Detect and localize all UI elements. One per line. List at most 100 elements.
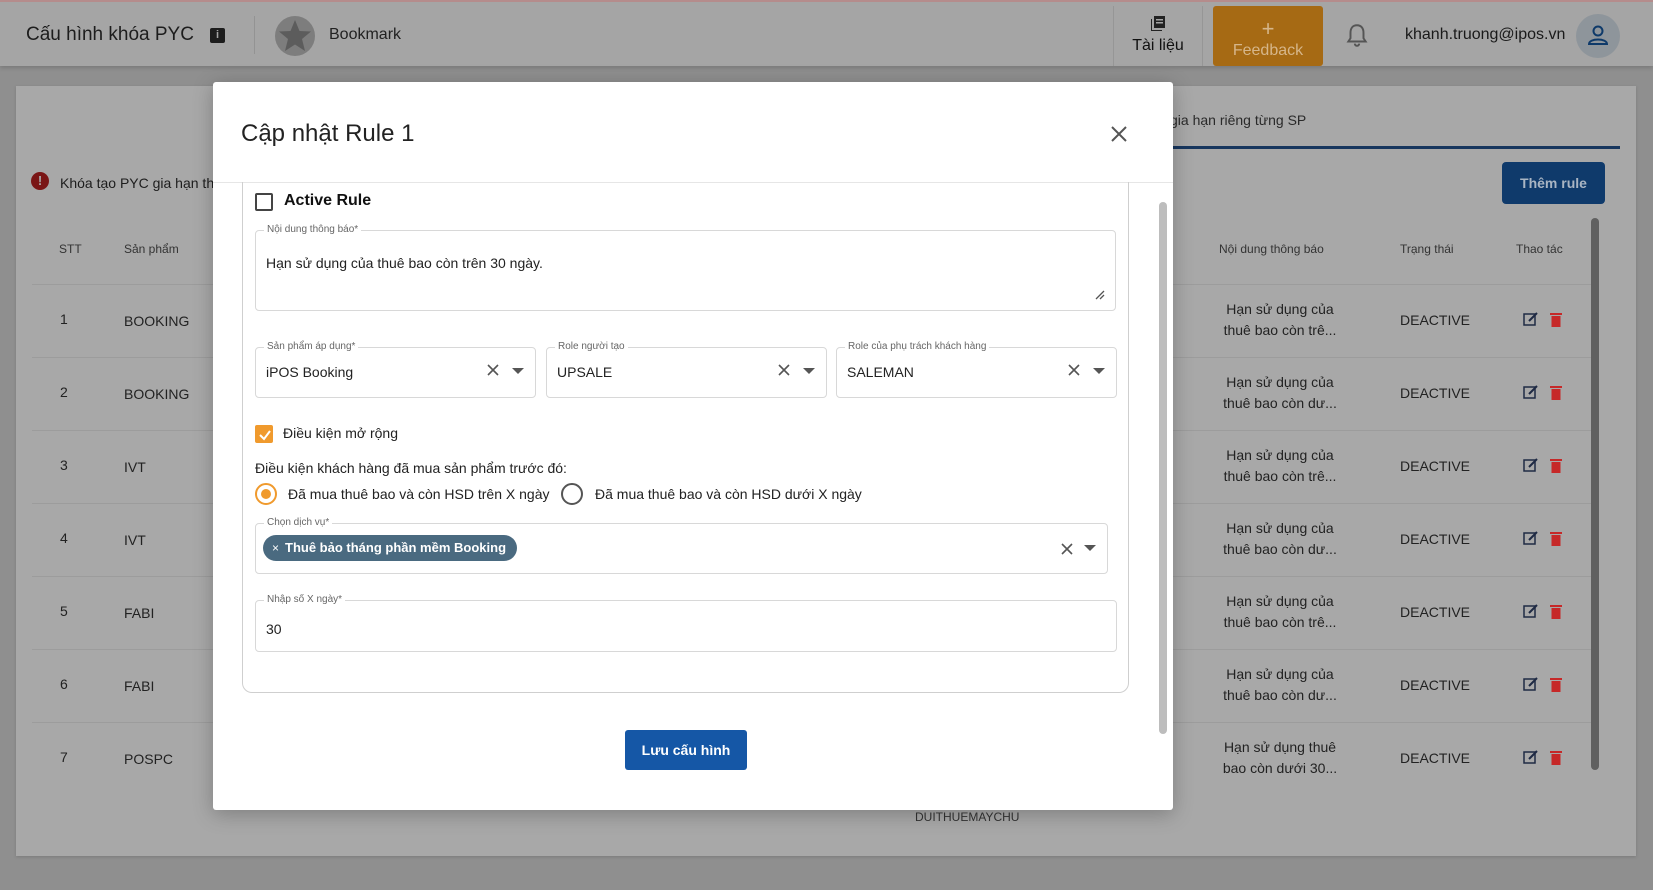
check-icon	[259, 430, 271, 441]
clear-icon[interactable]	[1061, 543, 1073, 555]
service-chip-label: Thuê bảo tháng phần mềm Booking	[285, 540, 507, 555]
row-message-line: thuê bao còn trê...	[1223, 468, 1337, 484]
row-stt: 2	[60, 384, 68, 400]
condition-question: Điều kiện khách hàng đã mua sản phẩm trư…	[255, 460, 567, 476]
chevron-down-icon[interactable]	[512, 368, 524, 374]
edit-icon[interactable]	[1523, 530, 1539, 546]
product-field-label: Sản phẩm áp dụng*	[264, 341, 359, 352]
clear-icon[interactable]	[778, 364, 790, 376]
docs-label: Tài liệu	[1132, 37, 1184, 54]
row-message-line: Hạn sử dụng của	[1226, 301, 1334, 317]
chevron-down-icon[interactable]	[803, 368, 815, 374]
edit-icon[interactable]	[1523, 384, 1539, 400]
row-status: DEACTIVE	[1400, 531, 1471, 547]
service-chip[interactable]: × Thuê bảo tháng phần mềm Booking	[263, 535, 518, 561]
chevron-down-icon[interactable]	[1093, 368, 1105, 374]
star-icon[interactable]	[274, 15, 316, 57]
chevron-down-icon[interactable]	[1084, 545, 1096, 551]
row-stt: 3	[60, 457, 68, 473]
active-rule-label: Active Rule	[284, 192, 372, 209]
extended-condition-label: Điều kiện mở rộng	[283, 425, 399, 441]
warning-icon: !	[31, 172, 49, 190]
dialog-scrollbar[interactable]	[1159, 202, 1167, 734]
resize-handle-icon[interactable]	[1093, 288, 1105, 300]
tab-per-product-extension[interactable]: gia hạn riêng từng SP	[1170, 112, 1306, 128]
user-email[interactable]: khanh.truong@ipos.vn	[1405, 26, 1565, 44]
trash-icon[interactable]	[1550, 604, 1562, 619]
edit-icon[interactable]	[1523, 457, 1539, 473]
days-input[interactable]: Nhập số X ngày* 30	[255, 594, 1117, 652]
column-header-actions: Thao tác	[1516, 242, 1563, 256]
column-header-message: Nội dung thông báo	[1219, 242, 1324, 256]
user-icon	[1587, 25, 1609, 45]
radio-below-x-days-label[interactable]: Đã mua thuê bao và còn HSD dưới X ngày	[595, 486, 862, 502]
add-rule-button[interactable]: Thêm rule	[1502, 162, 1605, 204]
row-message-line: Hạn sử dụng của	[1226, 593, 1334, 609]
row-status: DEACTIVE	[1400, 458, 1471, 474]
plus-icon: +	[1261, 16, 1275, 41]
truncated-cell: DUITHUEMAYCHU	[915, 810, 1020, 824]
radio-above-x-days-label[interactable]: Đã mua thuê bao và còn HSD trên X ngày	[288, 486, 549, 502]
row-status: DEACTIVE	[1400, 604, 1471, 620]
row-product: BOOKING	[124, 313, 190, 329]
trash-icon[interactable]	[1550, 458, 1562, 473]
trash-icon[interactable]	[1550, 312, 1562, 327]
active-rule-checkbox[interactable]	[255, 193, 273, 211]
feedback-label: Feedback	[1232, 42, 1304, 59]
save-config-button[interactable]: Lưu cấu hình	[625, 730, 747, 770]
radio-below-x-days[interactable]	[561, 483, 583, 505]
table-scrollbar[interactable]	[1591, 218, 1599, 770]
edit-icon[interactable]	[1523, 676, 1539, 692]
row-stt: 1	[60, 311, 68, 327]
topbar-divider	[254, 16, 255, 54]
trash-icon[interactable]	[1550, 385, 1562, 400]
row-message-line: bao còn dưới 30...	[1222, 760, 1338, 776]
docs-button[interactable]: Tài liệu	[1113, 6, 1203, 66]
bookmark-label[interactable]: Bookmark	[329, 26, 401, 44]
radio-above-x-days[interactable]	[255, 483, 277, 505]
bell-icon[interactable]	[1344, 22, 1370, 48]
row-message-line: Hạn sử dụng của	[1226, 520, 1334, 536]
trash-icon[interactable]	[1550, 750, 1562, 765]
close-icon[interactable]	[1107, 122, 1131, 146]
trash-icon[interactable]	[1550, 531, 1562, 546]
row-product: IVT	[124, 532, 146, 548]
days-field-value: 30	[266, 621, 282, 637]
extended-condition-checkbox[interactable]	[255, 425, 273, 443]
row-stt: 4	[60, 530, 68, 546]
row-stt: 7	[60, 749, 68, 765]
clear-icon[interactable]	[487, 364, 499, 376]
chip-remove-icon[interactable]: ×	[272, 541, 279, 555]
owner-role-select[interactable]: Role của phụ trách khách hàng SALEMAN	[836, 341, 1117, 398]
message-field-value: Hạn sử dụng của thuê bao còn trên 30 ngà…	[266, 255, 543, 271]
feedback-button[interactable]: + Feedback	[1213, 6, 1323, 66]
message-textarea[interactable]: Nội dung thông báo* Hạn sử dụng của thuê…	[255, 224, 1116, 311]
clear-icon[interactable]	[1068, 364, 1080, 376]
tab-active-indicator	[1170, 146, 1620, 149]
row-message-line: thuê bao còn dư...	[1223, 687, 1337, 703]
creator-role-select[interactable]: Role người tạo UPSALE	[546, 341, 827, 398]
owner-role-field-value: SALEMAN	[847, 364, 914, 380]
row-status: DEACTIVE	[1400, 750, 1471, 766]
trash-icon[interactable]	[1550, 677, 1562, 692]
document-icon	[1151, 16, 1165, 31]
product-field-value: iPOS Booking	[266, 364, 354, 380]
row-message-line: Hạn sử dụng của	[1226, 447, 1334, 463]
edit-icon[interactable]	[1523, 311, 1539, 327]
edit-icon[interactable]	[1523, 749, 1539, 765]
product-select[interactable]: Sản phẩm áp dụng* iPOS Booking	[255, 341, 536, 398]
column-header-product: Sản phẩm	[124, 242, 179, 256]
message-field-label: Nội dung thông báo*	[264, 224, 362, 235]
column-header-status: Trạng thái	[1400, 242, 1454, 256]
days-field-label: Nhập số X ngày*	[264, 594, 346, 605]
edit-icon[interactable]	[1523, 603, 1539, 619]
row-product: FABI	[124, 605, 155, 621]
service-select[interactable]: Chọn dịch vụ* × Thuê bảo tháng phần mềm B…	[255, 517, 1108, 574]
row-status: DEACTIVE	[1400, 677, 1471, 693]
row-status: DEACTIVE	[1400, 312, 1471, 328]
row-message-line: Hạn sử dụng của	[1226, 374, 1334, 390]
top-bar: Cấu hình khóa PYC i Bookmark Tài liệu + …	[0, 0, 1653, 66]
avatar[interactable]	[1576, 14, 1620, 58]
info-icon[interactable]: i	[210, 28, 225, 43]
owner-role-field-label: Role của phụ trách khách hàng	[845, 341, 990, 352]
